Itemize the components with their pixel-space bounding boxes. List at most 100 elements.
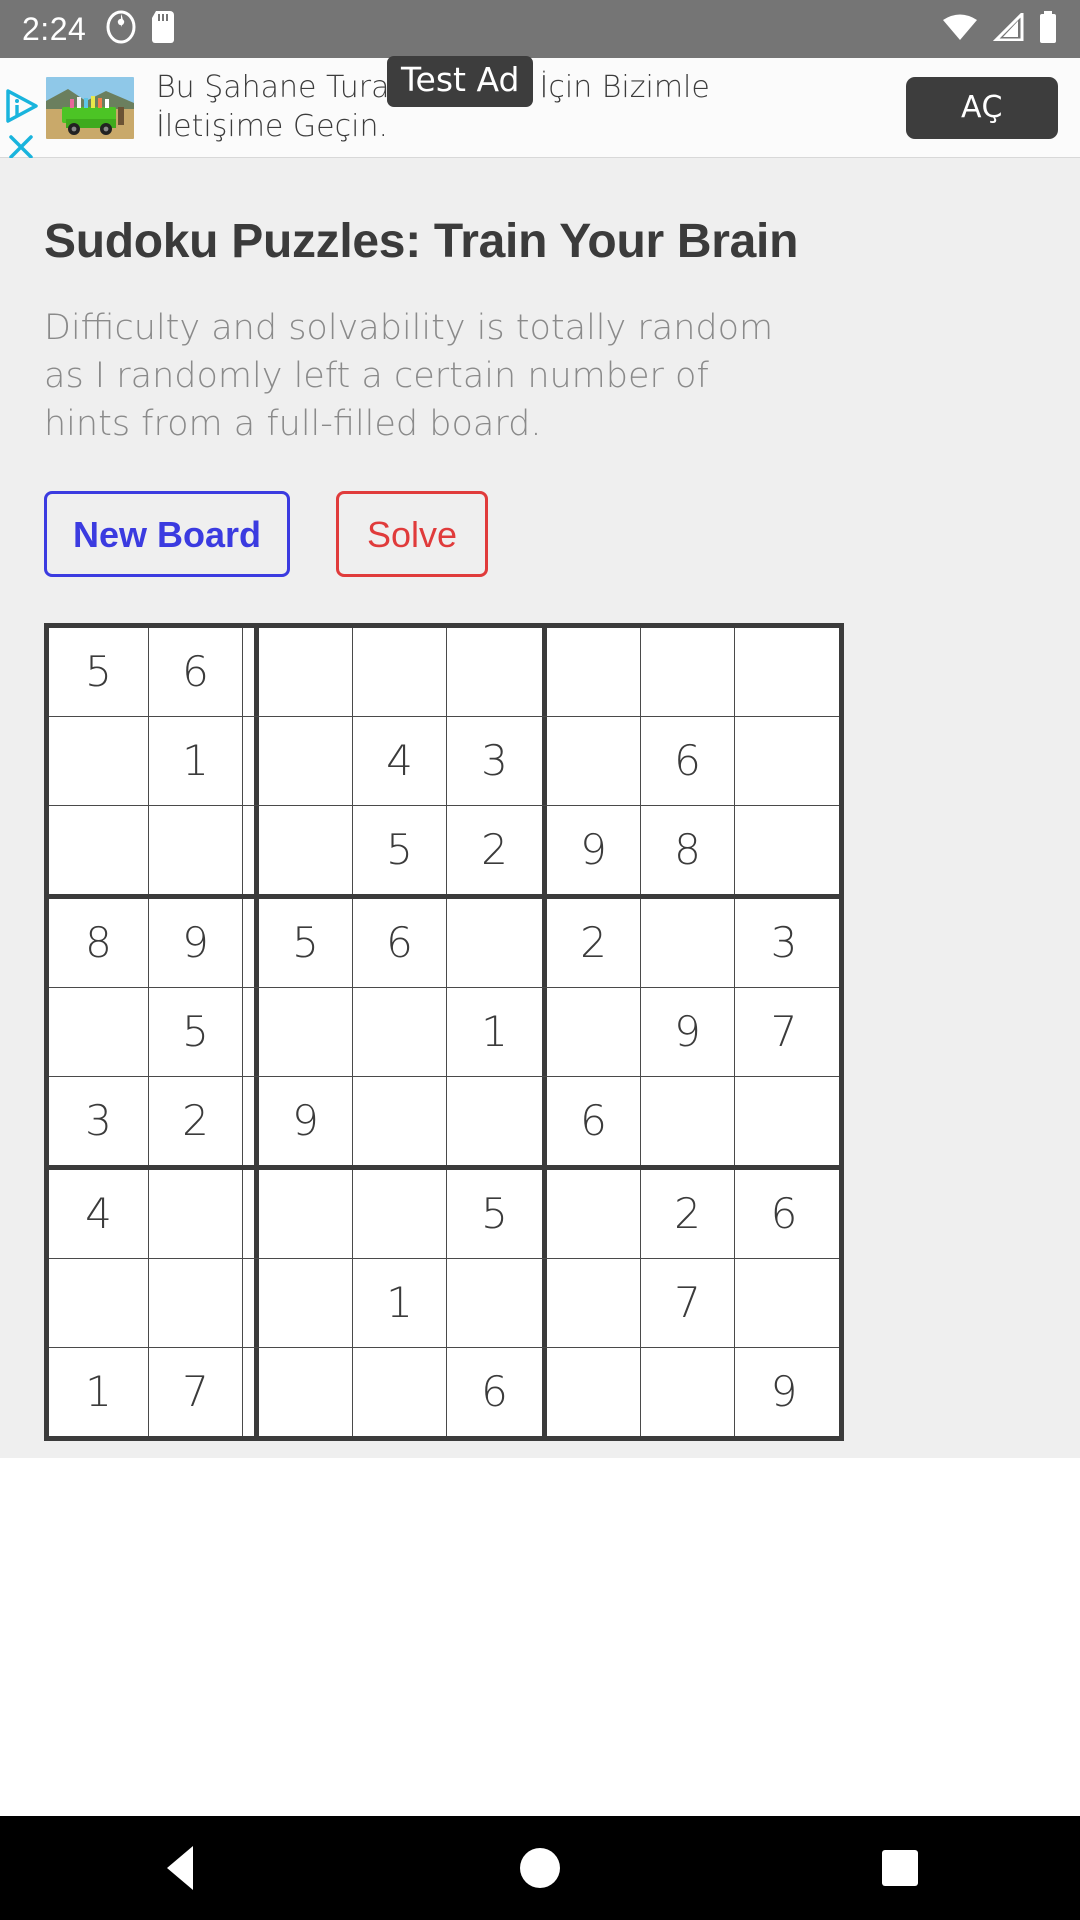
- nav-back-button[interactable]: [120, 1816, 240, 1920]
- sudoku-cell-r6c8[interactable]: [641, 1076, 735, 1165]
- sudoku-cell-r8c4[interactable]: [259, 1258, 353, 1347]
- sudoku-cell-r3c2[interactable]: [149, 805, 243, 894]
- nav-home-button[interactable]: [480, 1816, 600, 1920]
- screen-recording-icon: [106, 10, 136, 49]
- sudoku-cell-r7c1[interactable]: 4: [49, 1169, 149, 1258]
- sudoku-cell-r3c9[interactable]: [735, 805, 833, 894]
- solve-button[interactable]: Solve: [336, 490, 489, 577]
- sudoku-cell-r9c6[interactable]: 6: [447, 1347, 547, 1436]
- sudoku-cell-r1c1[interactable]: 5: [49, 627, 149, 716]
- sudoku-row: 1 43 6: [49, 716, 839, 806]
- sudoku-cell-r2c4[interactable]: [259, 716, 353, 805]
- sudoku-cell-r8c8[interactable]: 7: [641, 1258, 735, 1347]
- sudoku-cell-r7c8[interactable]: 2: [641, 1169, 735, 1258]
- sudoku-cell-r8c2[interactable]: [149, 1258, 243, 1347]
- page-title: Sudoku Puzzles: Train Your Brain: [44, 215, 799, 268]
- sudoku-cell-r9c2[interactable]: 7: [149, 1347, 243, 1436]
- sudoku-cell-r9c3[interactable]: [243, 1347, 259, 1436]
- sudoku-cell-r3c4[interactable]: [259, 805, 353, 894]
- sudoku-cell-r3c6[interactable]: 2: [447, 805, 547, 894]
- sudoku-cell-r9c5[interactable]: [353, 1347, 447, 1436]
- ad-cta-button[interactable]: AÇ: [906, 76, 1058, 139]
- sudoku-cell-r6c5[interactable]: [353, 1076, 447, 1165]
- status-left-icon-group: [106, 10, 176, 49]
- sudoku-cell-r6c9[interactable]: [735, 1076, 833, 1165]
- sudoku-cell-r5c5[interactable]: [353, 987, 447, 1076]
- sudoku-cell-r5c2[interactable]: 5: [149, 987, 243, 1076]
- sudoku-cell-r6c7[interactable]: 6: [547, 1076, 641, 1165]
- test-ad-badge: Test Ad: [387, 56, 534, 107]
- sudoku-cell-r4c8[interactable]: [641, 898, 735, 987]
- ad-banner[interactable]: Bu Şahane Tura Katılmak İçin Bizimle İle…: [0, 56, 1080, 160]
- sudoku-cell-r5c7[interactable]: [547, 987, 641, 1076]
- sudoku-cell-r8c5[interactable]: 1: [353, 1258, 447, 1347]
- sudoku-cell-r1c8[interactable]: [641, 627, 735, 716]
- page-content: Sudoku Puzzles: Train Your Brain Difficu…: [0, 158, 1080, 1458]
- sudoku-cell-r9c4[interactable]: [259, 1347, 353, 1436]
- sudoku-cell-r4c9[interactable]: 3: [735, 898, 833, 987]
- sudoku-cell-r7c4[interactable]: [259, 1169, 353, 1258]
- sudoku-cell-r4c1[interactable]: 8: [49, 898, 149, 987]
- sudoku-cell-r7c7[interactable]: [547, 1169, 641, 1258]
- sudoku-cell-r6c6[interactable]: [447, 1076, 547, 1165]
- sudoku-cell-r1c6[interactable]: [447, 627, 547, 716]
- sudoku-cell-r3c5[interactable]: 5: [353, 805, 447, 894]
- sudoku-cell-r4c3[interactable]: [243, 898, 259, 987]
- sudoku-cell-r4c2[interactable]: 9: [149, 898, 243, 987]
- sudoku-cell-r6c2[interactable]: 2: [149, 1076, 243, 1165]
- sudoku-cell-r8c1[interactable]: [49, 1258, 149, 1347]
- sudoku-cell-r9c9[interactable]: 9: [735, 1347, 833, 1436]
- adchoices-info-triangle-icon[interactable]: [4, 88, 40, 124]
- sudoku-cell-r6c1[interactable]: 3: [49, 1076, 149, 1165]
- sudoku-cell-r7c5[interactable]: [353, 1169, 447, 1258]
- sudoku-cell-r8c3[interactable]: [243, 1258, 259, 1347]
- sudoku-cell-r3c7[interactable]: 9: [547, 805, 641, 894]
- sudoku-cell-r3c3[interactable]: [243, 805, 259, 894]
- action-button-row: New Board Solve: [44, 490, 1036, 577]
- sudoku-cell-r6c4[interactable]: 9: [259, 1076, 353, 1165]
- sudoku-cell-r5c4[interactable]: [259, 987, 353, 1076]
- nav-recents-button[interactable]: [840, 1816, 960, 1920]
- sudoku-cell-r2c6[interactable]: 3: [447, 716, 547, 805]
- sudoku-cell-r2c8[interactable]: 6: [641, 716, 735, 805]
- sudoku-cell-r8c6[interactable]: [447, 1258, 547, 1347]
- sudoku-cell-r7c2[interactable]: [149, 1169, 243, 1258]
- sudoku-cell-r9c7[interactable]: [547, 1347, 641, 1436]
- sudoku-cell-r2c7[interactable]: [547, 716, 641, 805]
- sudoku-cell-r2c9[interactable]: [735, 716, 833, 805]
- sudoku-cell-r8c9[interactable]: [735, 1258, 833, 1347]
- sudoku-cell-r1c2[interactable]: 6: [149, 627, 243, 716]
- sudoku-cell-r5c6[interactable]: 1: [447, 987, 547, 1076]
- sudoku-cell-r5c9[interactable]: 7: [735, 987, 833, 1076]
- sudoku-cell-r6c3[interactable]: [243, 1076, 259, 1165]
- sudoku-cell-r9c8[interactable]: [641, 1347, 735, 1436]
- sudoku-cell-r8c7[interactable]: [547, 1258, 641, 1347]
- sudoku-cell-r4c6[interactable]: [447, 898, 547, 987]
- sudoku-row: 56: [49, 627, 839, 717]
- sudoku-cell-r5c8[interactable]: 9: [641, 987, 735, 1076]
- sudoku-cell-r1c4[interactable]: [259, 627, 353, 716]
- sudoku-cell-r5c1[interactable]: [49, 987, 149, 1076]
- sudoku-cell-r1c5[interactable]: [353, 627, 447, 716]
- new-board-button[interactable]: New Board: [44, 490, 291, 577]
- sudoku-cell-r2c5[interactable]: 4: [353, 716, 447, 805]
- sudoku-cell-r7c3[interactable]: [243, 1169, 259, 1258]
- sudoku-cell-r1c7[interactable]: [547, 627, 641, 716]
- close-x-icon[interactable]: [8, 134, 34, 160]
- sudoku-cell-r1c3[interactable]: [243, 627, 259, 716]
- sudoku-cell-r4c5[interactable]: 6: [353, 898, 447, 987]
- sudoku-cell-r1c9[interactable]: [735, 627, 833, 716]
- sudoku-cell-r2c3[interactable]: [243, 716, 259, 805]
- sudoku-cell-r4c4[interactable]: 5: [259, 898, 353, 987]
- sudoku-cell-r5c3[interactable]: [243, 987, 259, 1076]
- sudoku-cell-r3c8[interactable]: 8: [641, 805, 735, 894]
- sudoku-cell-r9c1[interactable]: 1: [49, 1347, 149, 1436]
- sudoku-cell-r7c6[interactable]: 5: [447, 1169, 547, 1258]
- sudoku-cell-r2c1[interactable]: [49, 716, 149, 805]
- android-navigation-bar: [0, 1816, 1080, 1920]
- sudoku-cell-r3c1[interactable]: [49, 805, 149, 894]
- sudoku-cell-r2c2[interactable]: 1: [149, 716, 243, 805]
- sudoku-grid[interactable]: 5614365298895623519732964526171769: [44, 622, 844, 1441]
- sudoku-cell-r4c7[interactable]: 2: [547, 898, 641, 987]
- sudoku-cell-r7c9[interactable]: 6: [735, 1169, 833, 1258]
